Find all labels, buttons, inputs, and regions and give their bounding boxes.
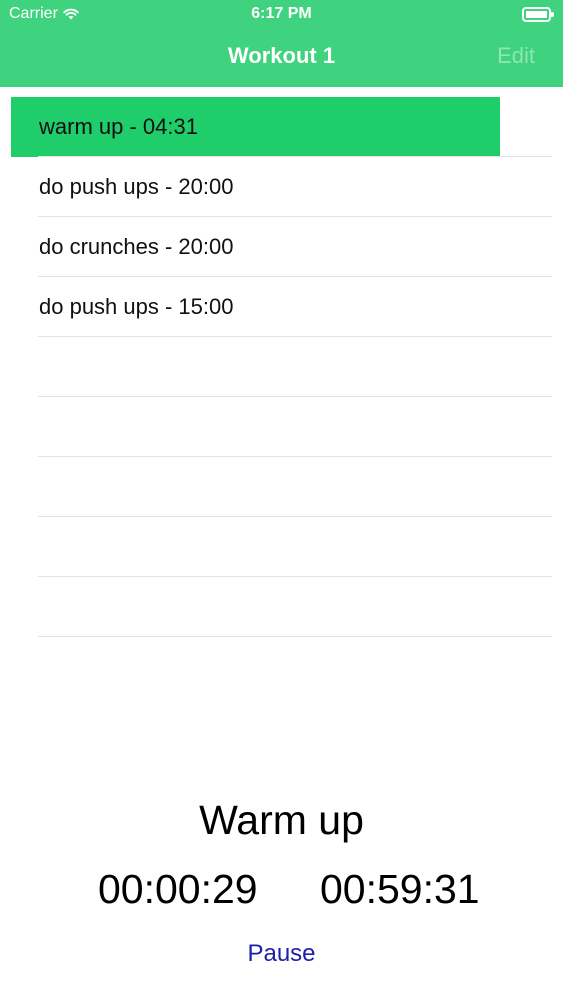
navigation-header: Carrier 6:17 PM Workout 1 Edit bbox=[0, 0, 563, 87]
edit-button[interactable]: Edit bbox=[497, 43, 535, 69]
row-separator bbox=[38, 636, 552, 637]
list-item[interactable]: do push ups - 15:00 bbox=[0, 277, 563, 337]
empty-row bbox=[0, 577, 563, 637]
list-item[interactable]: do crunches - 20:00 bbox=[0, 217, 563, 277]
empty-row bbox=[0, 457, 563, 517]
list-item-label: do push ups - 15:00 bbox=[39, 294, 234, 319]
empty-row bbox=[0, 397, 563, 457]
status-time: 6:17 PM bbox=[251, 5, 312, 22]
elapsed-timer: 00:00:29 bbox=[98, 866, 258, 912]
remaining-timer: 00:59:31 bbox=[320, 866, 480, 912]
workout-screen: Carrier 6:17 PM Workout 1 Edit warm up -… bbox=[0, 0, 563, 1000]
empty-row bbox=[0, 517, 563, 577]
battery-fill bbox=[526, 11, 547, 18]
current-exercise-name: Warm up bbox=[199, 797, 364, 843]
empty-row bbox=[0, 337, 563, 397]
battery-icon bbox=[522, 7, 554, 22]
page-title: Workout 1 bbox=[227, 43, 336, 68]
list-item[interactable]: warm up - 04:31 bbox=[0, 97, 563, 157]
list-item[interactable]: do push ups - 20:00 bbox=[0, 157, 563, 217]
pause-button[interactable]: Pause bbox=[0, 940, 563, 968]
list-item-label: do push ups - 20:00 bbox=[39, 174, 234, 199]
exercise-list: warm up - 04:31 do push ups - 20:00 do c… bbox=[0, 97, 563, 637]
list-item-label: warm up - 04:31 bbox=[39, 114, 198, 139]
list-item-label: do crunches - 20:00 bbox=[39, 234, 234, 259]
status-bar: Carrier 6:17 PM bbox=[0, 0, 563, 30]
